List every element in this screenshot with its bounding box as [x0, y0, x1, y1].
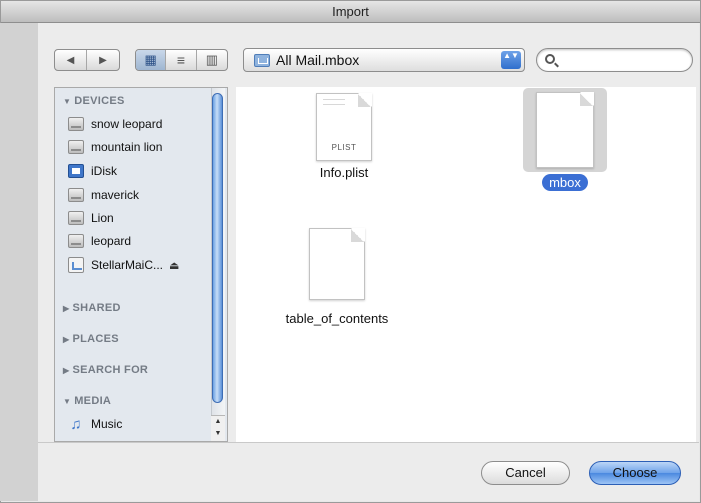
sidebar-section-media[interactable]: ▼ MEDIA [63, 395, 111, 407]
sidebar-section-places[interactable]: ▶ PLACES [63, 333, 119, 345]
list-view-button[interactable]: ≡ [166, 50, 197, 70]
file-item-info-plist[interactable]: PLIST Info.plist [289, 93, 399, 180]
search-icon [545, 54, 555, 64]
sidebar-item-label: maverick [91, 188, 140, 202]
file-name: table_of_contents [285, 311, 389, 326]
file-type-badge: PLIST [331, 143, 357, 152]
icon-view-icon: ▦ [144, 52, 157, 67]
list-view-icon: ≡ [176, 52, 186, 68]
choose-button[interactable]: Choose [589, 461, 681, 485]
icon-view-button[interactable]: ▦ [136, 50, 167, 70]
sidebar-section-devices[interactable]: ▼ DEVICES [63, 95, 125, 107]
dialog-left-strip [0, 23, 38, 501]
disclosure-triangle-collapsed-icon: ▶ [63, 366, 70, 375]
sidebar-scroll-arrows[interactable]: ▲ ▼ [211, 415, 225, 441]
shared-header: SHARED [72, 302, 121, 314]
hard-disk-icon [68, 117, 84, 131]
document-icon [309, 228, 365, 300]
forward-arrow-icon: ▶ [99, 54, 107, 66]
eject-icon[interactable]: ⏏ [169, 259, 179, 272]
sidebar-scrollbar-thumb[interactable] [212, 93, 223, 403]
popup-arrows-icon: ▲▼ [501, 51, 521, 69]
idisk-icon [68, 164, 84, 178]
sidebar-section-shared[interactable]: ▶ SHARED [63, 302, 121, 314]
bottom-divider [38, 442, 699, 443]
sidebar-item-label: mountain lion [91, 140, 163, 154]
column-view-icon: ▥ [205, 52, 218, 67]
sidebar-item-music[interactable]: ♫ Music [68, 414, 208, 434]
disclosure-triangle-expanded-icon: ▼ [63, 97, 72, 106]
sidebar-section-search-for[interactable]: ▶ SEARCH FOR [63, 364, 148, 376]
search-input[interactable] [561, 52, 687, 68]
sidebar-item-stellarmaic[interactable]: StellarMaiC... ⏏ [68, 255, 208, 275]
sidebar-item-maverick[interactable]: maverick [68, 185, 208, 205]
sidebar-item-label: StellarMaiC... [91, 258, 164, 272]
sidebar-item-label: snow leopard [91, 117, 163, 131]
plist-document-icon: PLIST [316, 93, 372, 161]
disclosure-triangle-collapsed-icon: ▶ [63, 304, 70, 313]
hard-disk-icon [68, 234, 84, 248]
mbox-document-icon [536, 92, 594, 168]
sidebar-item-idisk[interactable]: iDisk [68, 161, 208, 181]
view-mode-buttons: ▦ ≡ ▥ [135, 49, 228, 71]
mbox-folder-icon [254, 53, 270, 67]
media-header: MEDIA [74, 395, 112, 407]
devices-header: DEVICES [74, 95, 125, 107]
cancel-button[interactable]: Cancel [481, 461, 570, 485]
window-title: Import [1, 1, 700, 23]
sidebar-item-lion[interactable]: Lion [68, 208, 208, 228]
search-for-header: SEARCH FOR [72, 364, 149, 376]
back-arrow-icon: ◀ [66, 54, 75, 66]
search-field [536, 48, 693, 72]
disclosure-triangle-collapsed-icon: ▶ [63, 335, 70, 344]
external-disk-icon [68, 257, 84, 273]
location-label: All Mail.mbox [276, 52, 360, 68]
hard-disk-icon [68, 188, 84, 202]
location-popup[interactable]: All Mail.mbox ▲▼ [243, 48, 525, 72]
sidebar-item-label: Lion [91, 211, 114, 225]
sidebar: ▼ DEVICES snow leopard mountain lion iDis… [54, 87, 228, 442]
file-item-table-of-contents[interactable]: table_of_contents [262, 228, 412, 326]
disclosure-triangle-expanded-icon: ▼ [63, 397, 72, 406]
hard-disk-icon [68, 140, 84, 154]
hard-disk-icon [68, 211, 84, 225]
sidebar-item-label: iDisk [91, 164, 117, 178]
file-name: mbox [542, 174, 588, 191]
sidebar-item-label: Music [91, 417, 123, 431]
forward-button[interactable]: ▶ [87, 50, 119, 70]
file-item-mbox[interactable]: mbox [525, 92, 605, 192]
sidebar-item-label: leopard [91, 234, 132, 248]
music-note-icon: ♫ [70, 415, 82, 433]
sidebar-item-snow-leopard[interactable]: snow leopard [68, 114, 208, 134]
back-forward-buttons: ◀ ▶ [54, 49, 120, 71]
sidebar-item-leopard[interactable]: leopard [68, 231, 208, 251]
column-view-button[interactable]: ▥ [197, 50, 227, 70]
file-name: Info.plist [319, 165, 369, 180]
back-button[interactable]: ◀ [55, 50, 88, 70]
places-header: PLACES [72, 333, 119, 345]
sidebar-item-mountain-lion[interactable]: mountain lion [68, 137, 208, 157]
